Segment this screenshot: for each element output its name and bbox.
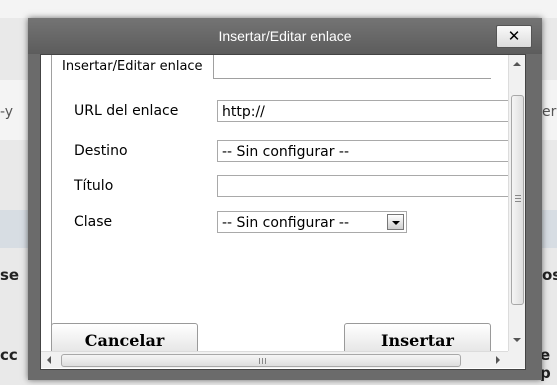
page-text-fragment: e p [540, 346, 551, 382]
tab-panel-border-left [51, 78, 52, 358]
dialog-titlebar[interactable]: Insertar/Editar enlace ✕ [28, 18, 542, 54]
page-text-fragment: se [0, 266, 20, 284]
horizontal-scroll-thumb[interactable] [61, 354, 461, 367]
title-field[interactable] [217, 175, 517, 197]
class-label: Clase [74, 214, 113, 230]
grip-line [262, 358, 263, 364]
title-label: Título [74, 178, 114, 194]
page-background-top [0, 0, 557, 18]
grip-line [515, 198, 521, 199]
chevron-down-icon[interactable] [387, 214, 404, 230]
horizontal-scrollbar[interactable] [41, 351, 508, 368]
page-text-fragment: cc [0, 346, 18, 364]
target-select[interactable]: -- Sin configurar -- [217, 140, 517, 162]
class-select-value: -- Sin configurar -- [222, 215, 350, 231]
page-text-fragment: -y [0, 104, 14, 120]
link-dialog: Insertar/Editar enlace ✕ Insertar/Editar… [28, 18, 542, 380]
url-field[interactable]: http:// [217, 100, 517, 122]
grip-line [515, 195, 521, 196]
grip-line [265, 358, 266, 364]
close-button[interactable]: ✕ [496, 25, 532, 48]
scroll-right-icon[interactable] [496, 356, 500, 364]
scroll-down-icon[interactable] [513, 338, 521, 342]
grip-line [515, 201, 521, 202]
grip-line [259, 358, 260, 364]
vertical-scroll-thumb[interactable] [511, 95, 524, 305]
vertical-scrollbar[interactable] [508, 55, 525, 351]
class-select[interactable]: -- Sin configurar -- [217, 211, 407, 233]
close-icon: ✕ [507, 27, 521, 45]
scroll-left-icon[interactable] [47, 356, 51, 364]
scrollbar-corner [508, 351, 525, 368]
scroll-up-icon[interactable] [513, 62, 521, 66]
tab-insert-edit-link[interactable]: Insertar/Editar enlace [51, 55, 214, 79]
page-text-fragment: er [542, 104, 557, 120]
dialog-content: Insertar/Editar enlace URL del enlace ht… [40, 54, 526, 370]
url-label: URL del enlace [74, 103, 179, 119]
page-text-fragment: os [542, 266, 557, 284]
target-label: Destino [74, 143, 128, 159]
dialog-title: Insertar/Editar enlace [218, 28, 352, 44]
